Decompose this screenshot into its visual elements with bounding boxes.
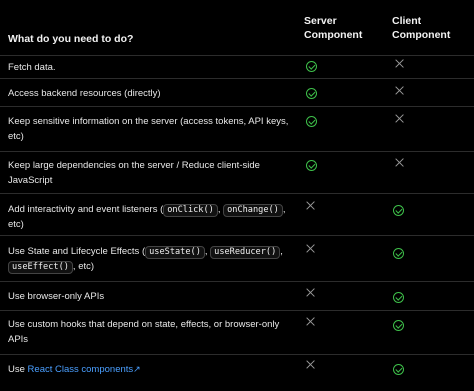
table-row: Use React Class components↗ [0,355,474,391]
code-use-reducer: useReducer() [210,246,281,259]
table-row: Use custom hooks that depend on state, e… [0,311,474,355]
check-circle-icon [393,248,407,262]
check-circle-icon [306,116,320,130]
code-use-effect: useEffect() [8,261,73,274]
row-text: Use browser-only APIs [8,291,105,302]
row-text: Keep large dependencies on the server / … [8,160,260,186]
table-row: Use State and Lifecycle Effects (useStat… [0,236,474,282]
header-question: What do you need to do? [8,33,134,45]
cross-icon [395,59,409,73]
row-text: Use React Class components↗ [8,362,298,377]
table-row: Keep large dependencies on the server / … [0,152,474,194]
check-circle-icon [306,160,320,174]
table-header: What do you need to do? Server Component… [0,0,474,56]
row-text-prefix: Use State and Lifecycle Effects ( [8,246,146,257]
row-text: Use State and Lifecycle Effects (useStat… [8,246,283,274]
cross-icon [306,288,320,302]
row-text-suffix: etc) [8,219,24,230]
check-circle-icon [393,292,407,306]
cross-icon [395,114,409,128]
code-on-change: onChange() [223,204,283,217]
row-text-prefix: Add interactivity and event listeners ( [8,204,164,215]
code-use-state: useState() [145,246,205,259]
cross-icon [395,158,409,172]
external-link-icon: ↗ [133,364,141,374]
cross-icon [395,86,409,100]
row-text-suffix: etc) [78,261,95,272]
table-row: Fetch data. [0,56,474,79]
header-server-component: Server Component [304,15,363,41]
row-text: Use custom hooks that depend on state, e… [8,319,280,345]
check-circle-icon [393,364,407,378]
check-circle-icon [393,205,407,219]
table-row: Access backend resources (directly) [0,79,474,107]
row-text: Access backend resources (directly) [8,88,161,99]
cross-icon [306,317,320,331]
row-text: Keep sensitive information on the server… [8,116,289,142]
table-row: Keep sensitive information on the server… [0,107,474,152]
row-text-prefix: Use [8,364,25,375]
react-class-components-link[interactable]: React Class components [28,364,134,375]
cross-icon [306,360,320,374]
code-on-click: onClick() [163,204,218,217]
table-row: Use browser-only APIs [0,282,474,311]
cross-icon [306,244,320,258]
check-circle-icon [306,61,320,75]
comparison-table: What do you need to do? Server Component… [0,0,474,391]
cross-icon [306,201,320,215]
header-client-component: Client Component [392,15,451,41]
check-circle-icon [306,88,320,102]
check-circle-icon [393,320,407,334]
row-text: Fetch data. [8,62,56,73]
row-text: Add interactivity and event listeners (o… [8,204,286,230]
table-row: Add interactivity and event listeners (o… [0,194,474,236]
